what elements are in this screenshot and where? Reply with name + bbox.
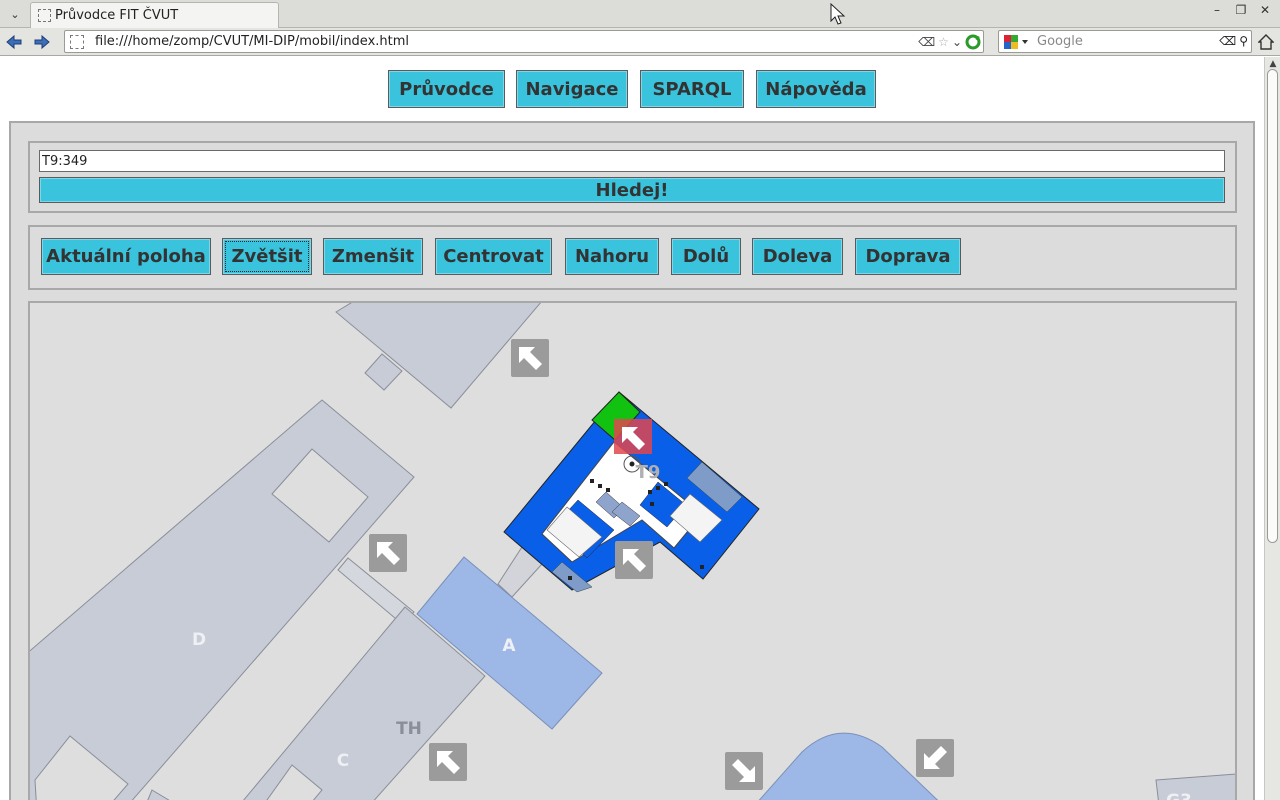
mouse-cursor-icon: [830, 3, 846, 25]
direction-arrow-icon[interactable]: [429, 743, 467, 781]
clear-search-icon[interactable]: ⌫: [1219, 34, 1236, 48]
chevron-down-icon: ⌄: [10, 7, 20, 21]
search-engine-placeholder[interactable]: Google: [1037, 34, 1083, 49]
back-arrow-icon: [6, 34, 22, 50]
url-bar[interactable]: file:///home/zomp/CVUT/MI-DIP/mobil/inde…: [64, 30, 984, 53]
pan-left-button[interactable]: Doleva: [752, 238, 843, 275]
zoom-in-button[interactable]: Zvětšit: [222, 238, 312, 275]
direction-arrow-icon[interactable]: [369, 534, 407, 572]
pan-right-button[interactable]: Doprava: [855, 238, 961, 275]
label-th: TH: [396, 719, 422, 739]
home-button[interactable]: [1256, 32, 1276, 52]
direction-arrow-icon[interactable]: [615, 541, 653, 579]
direction-arrow-icon[interactable]: [511, 339, 549, 377]
scroll-up-icon[interactable]: ▲: [1267, 59, 1279, 69]
window-controls: – ❐ ✕: [1210, 3, 1272, 17]
url-text[interactable]: file:///home/zomp/CVUT/MI-DIP/mobil/inde…: [95, 34, 409, 49]
label-t9: T9: [636, 462, 661, 483]
tab-bar: ⌄ Průvodce FIT ČVUT – ❐ ✕: [0, 0, 1280, 28]
page-favicon-icon: [70, 35, 84, 49]
direction-arrow-icon[interactable]: [725, 752, 763, 790]
nav-navigace-button[interactable]: Navigace: [516, 70, 628, 108]
close-icon[interactable]: ✕: [1258, 3, 1272, 17]
navigation-toolbar: file:///home/zomp/CVUT/MI-DIP/mobil/inde…: [0, 28, 1280, 56]
page-favicon-icon: [38, 9, 51, 22]
pan-down-button[interactable]: Dolů: [671, 238, 741, 275]
restore-icon[interactable]: ❐: [1234, 3, 1248, 17]
zoom-out-button[interactable]: Zmenšit: [323, 238, 423, 275]
label-a: A: [502, 636, 516, 656]
url-bar-icons: ⌫ ☆ ⌄: [918, 33, 981, 50]
binoculars-icon[interactable]: ⚲: [1239, 34, 1248, 48]
minimize-icon[interactable]: –: [1210, 3, 1224, 17]
tab-list-button[interactable]: ⌄: [6, 6, 24, 22]
forward-button[interactable]: [32, 32, 52, 52]
page-scrollbar[interactable]: ▲: [1264, 57, 1280, 800]
forward-arrow-icon: [34, 34, 50, 50]
campus-map[interactable]: T9 D A TH C G3: [28, 301, 1237, 800]
label-d: D: [192, 630, 206, 650]
search-button[interactable]: Hledej!: [39, 177, 1225, 203]
google-engine-icon[interactable]: [1003, 34, 1029, 50]
pan-up-button[interactable]: Nahoru: [565, 238, 659, 275]
label-g3: G3: [1166, 791, 1192, 800]
tab-title: Průvodce FIT ČVUT: [55, 8, 179, 23]
reload-icon[interactable]: [965, 34, 981, 50]
home-icon: [1258, 34, 1274, 50]
nav-napoveda-button[interactable]: Nápověda: [756, 70, 876, 108]
history-dropdown-icon[interactable]: ⌄: [952, 35, 962, 49]
map-canvas[interactable]: T9 D A TH C G3: [30, 303, 1237, 800]
search-bar-icons: ⌫ ⚲: [1219, 34, 1248, 48]
bookmark-star-icon[interactable]: ☆: [938, 35, 949, 49]
browser-tab[interactable]: Průvodce FIT ČVUT: [30, 2, 279, 28]
label-c: C: [337, 751, 349, 771]
current-location-button[interactable]: Aktuální poloha: [41, 238, 211, 275]
main-navigation: Průvodce Navigace SPARQL Nápověda: [0, 70, 1264, 108]
scrollbar-thumb[interactable]: [1267, 69, 1278, 543]
web-search-bar[interactable]: Google ⌫ ⚲: [998, 30, 1252, 53]
back-button[interactable]: [4, 32, 24, 52]
nav-sparql-button[interactable]: SPARQL: [640, 70, 744, 108]
clear-url-icon[interactable]: ⌫: [918, 35, 935, 49]
search-input[interactable]: [39, 150, 1225, 172]
direction-arrow-icon[interactable]: [916, 739, 954, 777]
connector-c-lower: [147, 789, 170, 800]
nav-pruvodce-button[interactable]: Průvodce: [388, 70, 505, 108]
center-button[interactable]: Centrovat: [435, 238, 552, 275]
